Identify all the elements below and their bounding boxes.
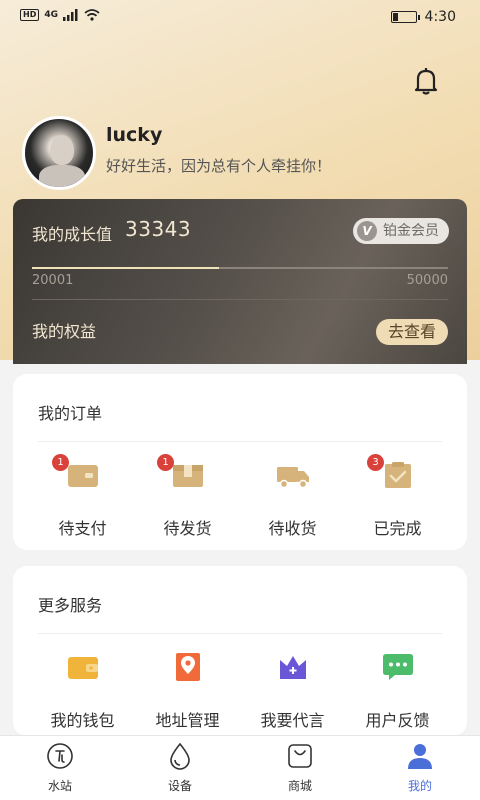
battery-icon [390, 11, 420, 23]
wallet-icon [67, 657, 98, 679]
tab-label: 我的 [407, 779, 432, 793]
service-endorse[interactable]: 我要代言 [240, 652, 345, 731]
order-completed[interactable]: 3 已完成 [345, 454, 450, 539]
vip-tier-badge: V 铂金会员 [353, 218, 449, 244]
order-pending-shipment[interactable]: 1 待发货 [135, 454, 240, 539]
order-label: 待发货 [163, 519, 212, 538]
divider [38, 441, 442, 442]
growth-progress-fill [32, 267, 220, 269]
benefits-label: 我的权益 [32, 322, 97, 341]
tab-label: 设备 [167, 779, 192, 793]
growth-range-min: 20001 [32, 273, 74, 288]
hd-icon: HD [20, 9, 40, 21]
bottom-tab-bar: 水站 设备 商城 我的 [0, 735, 480, 800]
orders-card: 我的订单 1 待支付 1 待发货 待收货 3 已完成 [13, 374, 467, 550]
order-label: 已完成 [373, 519, 422, 538]
vip-v-icon: V [357, 221, 377, 241]
signal-icon [63, 9, 78, 21]
service-label: 我的钱包 [50, 711, 115, 730]
orders-title: 我的订单 [38, 404, 103, 423]
status-time: 4:30 [424, 9, 456, 25]
chat-bubble-icon [382, 654, 413, 680]
network-type: 4G [44, 10, 58, 20]
location-book-icon [175, 653, 200, 681]
tab-water-station[interactable]: 水站 [0, 736, 120, 800]
order-count-badge: 1 [52, 454, 69, 471]
bell-icon[interactable] [412, 66, 440, 96]
package-box-icon [172, 465, 203, 487]
status-bar: HD 4G 4:30 [0, 0, 480, 34]
growth-card: 我的成长值 33343 V 铂金会员 20001 50000 我的权益 去查看 [13, 199, 467, 364]
growth-label: 我的成长值 [32, 225, 113, 244]
tab-label: 水站 [47, 779, 72, 793]
tab-devices[interactable]: 设备 [120, 736, 240, 800]
vip-tier-label: 铂金会员 [383, 223, 439, 239]
growth-range-max: 50000 [406, 273, 448, 288]
order-label: 待支付 [58, 519, 107, 538]
water-drop-icon [170, 742, 190, 770]
service-label: 我要代言 [260, 711, 325, 730]
order-pending-receipt[interactable]: 待收货 [240, 460, 345, 539]
services-grid: 我的钱包 地址管理 我要代言 用户反馈 [30, 652, 450, 731]
wallet-card-icon [67, 465, 98, 487]
status-right: 4:30 [390, 9, 456, 25]
wifi-icon [84, 9, 100, 21]
clipboard-check-icon [384, 462, 411, 488]
tab-me[interactable]: 我的 [360, 736, 480, 800]
delivery-truck-icon [276, 467, 309, 489]
service-wallet[interactable]: 我的钱包 [30, 652, 135, 731]
service-label: 地址管理 [155, 711, 220, 730]
divider [38, 633, 442, 634]
divider [32, 299, 448, 300]
service-label: 用户反馈 [365, 711, 430, 730]
service-address[interactable]: 地址管理 [135, 652, 240, 731]
order-label: 待收货 [268, 519, 317, 538]
crown-icon [279, 656, 306, 679]
order-count-badge: 1 [157, 454, 174, 471]
avatar[interactable] [22, 116, 96, 190]
tab-label: 商城 [287, 779, 312, 793]
order-count-badge: 3 [367, 454, 384, 471]
service-feedback[interactable]: 用户反馈 [345, 652, 450, 731]
services-title: 更多服务 [38, 596, 103, 615]
username: lucky [106, 124, 163, 146]
shopping-bag-icon [288, 744, 312, 768]
status-left: HD 4G [20, 9, 100, 21]
orders-grid: 1 待支付 1 待发货 待收货 3 已完成 [30, 454, 450, 539]
services-card: 更多服务 我的钱包 地址管理 我要代言 用户反馈 [13, 566, 467, 736]
person-icon [408, 744, 432, 769]
growth-value: 33343 [125, 217, 192, 241]
profile-motto: 好好生活，因为总有个人牵挂你！ [106, 157, 332, 175]
growth-progress-bar [32, 267, 448, 269]
view-benefits-button[interactable]: 去查看 [375, 319, 448, 345]
tab-mall[interactable]: 商城 [240, 736, 360, 800]
water-station-icon [47, 743, 73, 769]
order-pending-payment[interactable]: 1 待支付 [30, 454, 135, 539]
